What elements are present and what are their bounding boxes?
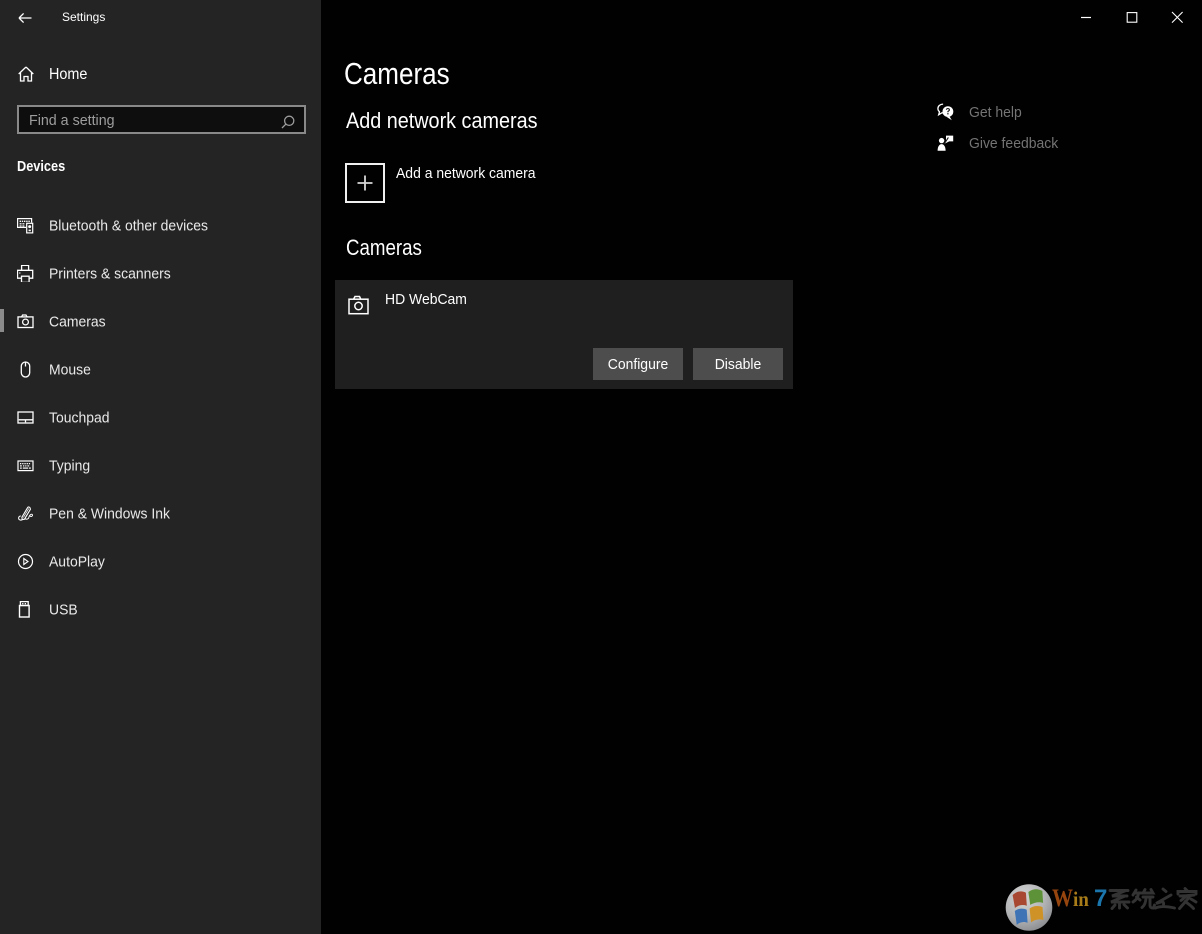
svg-text:in: in [1073,888,1089,911]
svg-text:7: 7 [1094,885,1107,912]
svg-text:W: W [1052,884,1073,911]
